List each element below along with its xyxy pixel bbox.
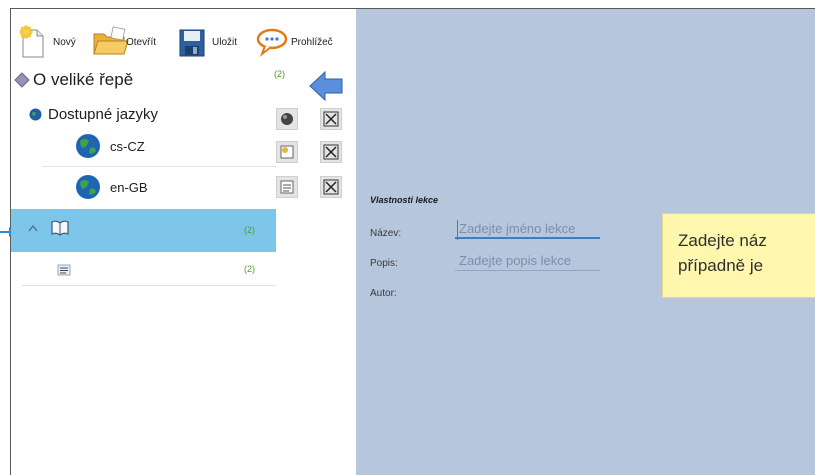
available-languages-item[interactable]: Dostupné jazyky <box>29 104 158 124</box>
tooltip-line-1: Zadejte náz <box>678 231 767 250</box>
language-item-en[interactable]: en-GB <box>74 172 148 202</box>
divider <box>22 285 276 286</box>
name-label: Název: <box>370 228 402 239</box>
globe-action-button[interactable] <box>276 108 298 130</box>
page-open-icon <box>280 145 294 159</box>
globe-dark-icon <box>281 113 293 125</box>
chevron-up-icon <box>28 225 38 232</box>
text-page-button[interactable] <box>276 176 298 198</box>
available-languages-label: Dostupné jazyky <box>48 105 159 123</box>
save-floppy-icon <box>179 29 205 57</box>
text-page-icon <box>280 180 294 194</box>
lesson-description-input[interactable]: Zadejte popis lekce <box>455 253 600 271</box>
close-icon <box>323 111 339 127</box>
lesson-count: (2) <box>244 225 255 235</box>
globe-small-icon <box>29 108 42 120</box>
book-diamond-icon <box>14 72 30 88</box>
hint-tooltip: Zadejte náz případně je <box>662 213 815 298</box>
lesson-properties-title: Vlastnosti lekce <box>370 195 439 205</box>
delete-button[interactable] <box>320 141 342 163</box>
arrow-left-icon <box>309 70 343 102</box>
open-book-icon <box>51 220 69 236</box>
description-label: Popis: <box>370 258 398 269</box>
open-page-button[interactable] <box>276 141 298 163</box>
open-button[interactable]: Otevřít <box>92 22 156 62</box>
browser-button[interactable]: Prohlížeč <box>256 22 333 62</box>
new-button[interactable]: Nový <box>17 22 76 62</box>
text-caret <box>457 220 458 240</box>
language-code: en-GB <box>110 179 148 195</box>
tree-root-item[interactable]: O veliké řepě <box>13 69 133 91</box>
open-folder-icon <box>93 26 129 55</box>
lesson-page-item[interactable] <box>57 262 71 278</box>
language-item-cs[interactable]: cs-CZ <box>74 131 145 161</box>
new-label: Nový <box>53 36 76 48</box>
page-count: (2) <box>244 264 255 274</box>
delete-button[interactable] <box>320 176 342 198</box>
save-label: Uložit <box>212 36 238 48</box>
close-icon <box>323 144 339 160</box>
divider <box>42 166 276 167</box>
save-button[interactable]: Uložit <box>178 22 237 62</box>
lesson-name-input[interactable]: Zadejte jméno lekce <box>455 221 600 239</box>
globe-icon <box>76 175 100 199</box>
delete-button[interactable] <box>320 108 342 130</box>
open-label: Otevřít <box>126 36 157 48</box>
tooltip-line-2: případně je <box>678 256 764 275</box>
lesson-item-selected[interactable]: (2) <box>11 209 276 252</box>
browser-label: Prohlížeč <box>291 36 333 48</box>
language-code: cs-CZ <box>110 138 145 154</box>
root-count: (2) <box>274 69 285 79</box>
back-arrow-button[interactable] <box>306 68 346 104</box>
globe-icon <box>76 134 100 158</box>
close-icon <box>323 179 339 195</box>
author-label: Autor: <box>370 288 397 299</box>
new-document-icon <box>19 25 44 58</box>
speech-bubble-icon <box>256 28 288 57</box>
tree-root-label: O veliké řepě <box>33 70 134 89</box>
text-lines-icon <box>57 264 71 276</box>
